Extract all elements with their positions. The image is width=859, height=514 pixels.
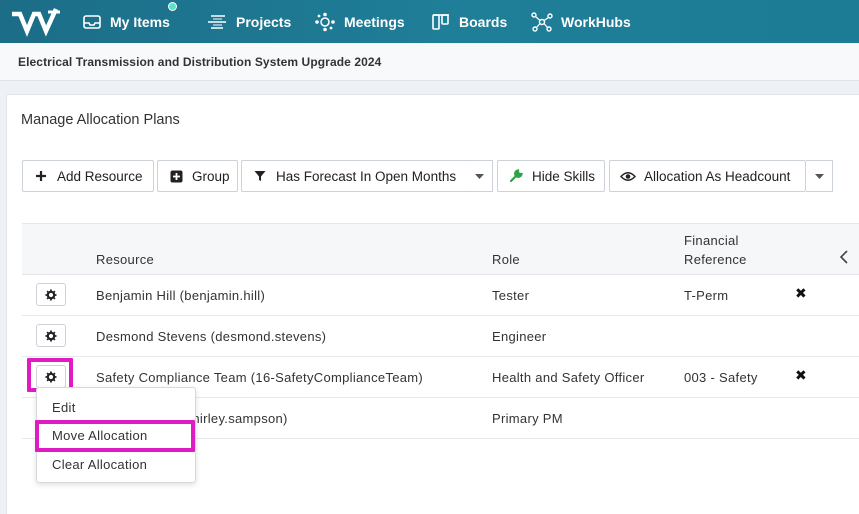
allocation-mode-dropdown[interactable] <box>806 160 833 192</box>
nav-meetings-label: Meetings <box>344 13 405 30</box>
group-label: Group <box>192 168 230 184</box>
inbox-icon <box>83 14 101 29</box>
row-role: Engineer <box>492 329 547 344</box>
row-role: Health and Safety Officer <box>492 370 645 385</box>
menu-item-clear-allocation[interactable]: Clear Allocation <box>52 457 147 472</box>
nav-boards[interactable]: Boards <box>431 0 507 43</box>
nav-meetings[interactable]: Meetings <box>314 0 405 43</box>
group-button[interactable]: Group <box>157 160 238 192</box>
header-role[interactable]: Role <box>492 252 520 267</box>
hide-skills-button[interactable]: Hide Skills <box>497 160 605 192</box>
forecast-filter-label: Has Forecast In Open Months <box>276 168 457 184</box>
nav-my-items-label: My Items <box>110 13 170 30</box>
remove-icon[interactable]: ✖ <box>795 285 807 302</box>
row-resource[interactable]: Benjamin Hill (benjamin.hill) <box>96 288 265 303</box>
add-resource-button[interactable]: Add Resource <box>22 160 154 192</box>
forecast-filter-button[interactable]: Has Forecast In Open Months <box>241 160 467 192</box>
remove-icon[interactable]: ✖ <box>795 367 807 384</box>
allocation-mode-label: Allocation As Headcount <box>644 168 791 184</box>
top-navbar: My Items Projects Meetings Boards WorkHu… <box>0 0 859 43</box>
project-title: Electrical Transmission and Distribution… <box>18 55 382 69</box>
boards-icon <box>432 13 449 30</box>
table-row: Benjamin Hill (benjamin.hill) Tester T-P… <box>22 275 859 316</box>
workhubs-icon <box>531 11 553 32</box>
row-financial: 003 - Safety <box>684 370 758 385</box>
gear-icon <box>45 289 57 300</box>
nav-workhubs-label: WorkHubs <box>561 13 631 30</box>
move-allocation-highlight <box>35 420 195 452</box>
nav-my-items[interactable]: My Items <box>82 0 170 43</box>
allocation-mode-button[interactable]: Allocation As Headcount <box>609 160 806 192</box>
table-header: Resource Role Financial Reference <box>22 223 859 275</box>
projects-icon <box>208 14 226 29</box>
row-settings-button[interactable] <box>36 283 66 306</box>
caret-down-icon <box>474 173 484 179</box>
table-row: Desmond Stevens (desmond.stevens) Engine… <box>22 316 859 357</box>
plus-square-icon <box>168 170 184 183</box>
row-resource[interactable]: Desmond Stevens (desmond.stevens) <box>96 329 326 344</box>
row-role: Primary PM <box>492 411 563 426</box>
header-resource[interactable]: Resource <box>96 252 154 267</box>
row-settings-button[interactable] <box>36 324 66 347</box>
eye-icon <box>620 171 636 182</box>
caret-down-icon <box>814 173 824 179</box>
gear-icon <box>45 330 57 341</box>
wrench-icon <box>508 169 524 183</box>
app-logo[interactable] <box>10 4 62 38</box>
nav-boards-label: Boards <box>459 13 508 30</box>
header-financial-2[interactable]: Reference <box>684 252 747 267</box>
nav-projects[interactable]: Projects <box>206 0 291 43</box>
row-financial: T-Perm <box>684 288 729 303</box>
nav-workhubs[interactable]: WorkHubs <box>531 0 631 43</box>
page-title: Manage Allocation Plans <box>21 112 180 128</box>
project-bar: Electrical Transmission and Distribution… <box>0 43 859 81</box>
hide-skills-label: Hide Skills <box>532 168 596 184</box>
header-financial-1[interactable]: Financial <box>684 233 739 248</box>
filter-icon <box>252 170 268 182</box>
notification-dot <box>168 2 177 11</box>
nav-projects-label: Projects <box>236 13 292 30</box>
row-resource[interactable]: Safety Compliance Team (16-SafetyComplia… <box>96 370 423 385</box>
row-role: Tester <box>492 288 530 303</box>
meetings-icon <box>315 12 335 31</box>
plus-icon <box>33 170 49 182</box>
menu-item-edit[interactable]: Edit <box>52 400 76 415</box>
add-resource-label: Add Resource <box>57 168 143 184</box>
chevron-left-icon[interactable] <box>839 250 849 264</box>
forecast-filter-dropdown[interactable] <box>466 160 493 192</box>
